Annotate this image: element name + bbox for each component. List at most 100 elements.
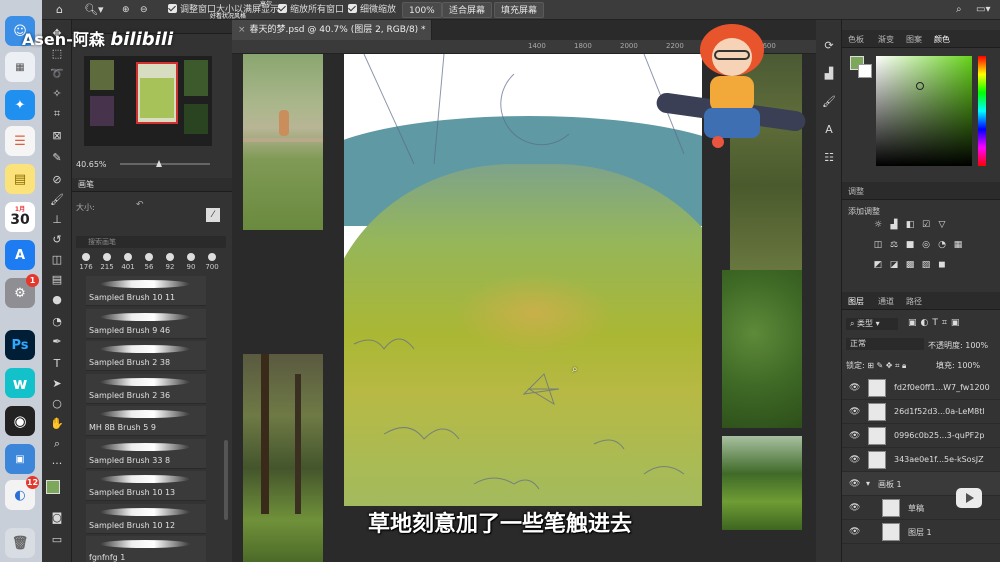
brush-preset-5[interactable]: 90 xyxy=(181,252,201,274)
invert-icon[interactable]: ◩ xyxy=(872,260,884,270)
home-icon[interactable]: ⌂ xyxy=(56,3,63,17)
close-tab-icon[interactable]: × xyxy=(238,25,246,35)
shape-tool-icon[interactable]: ○ xyxy=(48,396,66,412)
visibility-eye-icon[interactable]: 👁︎ xyxy=(849,431,860,441)
tab-channels[interactable]: 通道 xyxy=(878,296,894,307)
qq-icon[interactable]: ◉ xyxy=(5,406,35,436)
brush-preset-4[interactable]: 92 xyxy=(160,252,180,274)
magic-wand-icon[interactable]: ✧ xyxy=(48,86,66,102)
fill-control[interactable]: 填充: 100% xyxy=(936,360,980,371)
brush-preset-6[interactable]: 700 xyxy=(202,252,222,274)
visibility-eye-icon[interactable]: 👁︎ xyxy=(849,407,860,417)
visibility-eye-icon[interactable]: 👁︎ xyxy=(849,455,860,465)
reference-photo-trees[interactable] xyxy=(722,270,802,428)
type-tool-icon[interactable]: T xyxy=(48,356,66,372)
navigator-zoom-slider[interactable] xyxy=(120,160,210,167)
navigator-thumbnail[interactable] xyxy=(84,56,212,146)
weiyun-icon[interactable]: w xyxy=(5,368,35,398)
dodge-tool-icon[interactable]: ◔ xyxy=(48,314,66,330)
brightness-icon[interactable]: ☼ xyxy=(872,220,884,230)
search-icon[interactable]: ⌕ xyxy=(956,3,962,17)
zoom-100-button[interactable]: 100% xyxy=(402,2,442,18)
visibility-eye-icon[interactable]: 👁︎ xyxy=(849,383,860,393)
video-play-icon[interactable] xyxy=(956,488,982,508)
history-brush-icon[interactable]: ↺ xyxy=(48,232,66,248)
color-lookup-icon[interactable]: ▦ xyxy=(952,240,964,250)
levels-icon[interactable]: ▟ xyxy=(888,220,900,230)
eyedropper-icon[interactable]: ✎ xyxy=(48,150,66,166)
properties-icon[interactable]: ☷ xyxy=(820,150,838,166)
opacity-control[interactable]: 不透明度: 100% xyxy=(928,340,988,351)
brush-search-input[interactable]: 搜索画笔 xyxy=(76,236,226,248)
layer-row[interactable]: 👁︎ 0996c0b25...3-quPF2p xyxy=(842,424,1000,448)
zoom-in-icon[interactable]: ⊕ xyxy=(122,3,130,17)
tab-patterns[interactable]: 图案 xyxy=(906,34,922,45)
threshold-icon[interactable]: ▩ xyxy=(904,260,916,270)
hue-slider[interactable] xyxy=(978,56,986,166)
color-field[interactable] xyxy=(876,56,972,166)
app-store-icon[interactable]: A xyxy=(5,240,35,270)
stamp-tool-icon[interactable]: ⊥ xyxy=(48,212,66,228)
chevron-down-icon[interactable]: ▾ xyxy=(866,479,870,488)
brush-settings-icon[interactable]: ⁄ xyxy=(206,208,220,222)
brush-list-item[interactable]: MH 8B Brush 5 9 xyxy=(86,406,206,436)
brush-panel-icon[interactable]: 🖌︎ xyxy=(820,94,838,110)
vibrance-icon[interactable]: ▽ xyxy=(936,220,948,230)
brush-preset-0[interactable]: 176 xyxy=(76,252,96,274)
history-icon[interactable]: ⟳ xyxy=(820,38,838,54)
launchpad-icon[interactable]: ▦ xyxy=(5,52,35,82)
healing-brush-icon[interactable]: ⊘ xyxy=(48,172,66,188)
channel-mixer-icon[interactable]: ◔ xyxy=(936,240,948,250)
posterize-icon[interactable]: ◪ xyxy=(888,260,900,270)
brush-preset-3[interactable]: 56 xyxy=(139,252,159,274)
reference-photo-child[interactable] xyxy=(243,54,323,230)
brush-tool-icon[interactable]: 🖌︎ xyxy=(48,192,66,208)
preview-icon[interactable]: ▣ xyxy=(5,444,35,474)
selective-color-icon[interactable]: ◼ xyxy=(936,260,948,270)
gradient-map-icon[interactable]: ▨ xyxy=(920,260,932,270)
zoom-all-checkbox[interactable]: 缩放所有窗口 xyxy=(278,3,344,17)
brush-list-item[interactable]: Sampled Brush 2 38 xyxy=(86,341,206,371)
brush-list-item[interactable]: fgnfnfg 1 xyxy=(86,536,206,562)
lock-controls[interactable]: 锁定: ⊞ ✎ ✥ ⌗ 🔒︎ xyxy=(846,360,906,371)
histogram-icon[interactable]: ▟ xyxy=(820,66,838,82)
bw-icon[interactable]: ■ xyxy=(904,240,916,250)
safari-icon[interactable]: ✦ xyxy=(5,90,35,120)
layer-row[interactable]: 👁︎ 26d1f52d3...0a-LeM8tl xyxy=(842,400,1000,424)
fit-screen-button[interactable]: 适合屏幕 xyxy=(442,2,493,18)
foreground-color-swatch[interactable] xyxy=(46,480,60,494)
hand-tool-icon[interactable]: ✋ xyxy=(48,416,66,432)
settings-icon[interactable]: ⚙ 1 xyxy=(5,274,39,308)
gradient-tool-icon[interactable]: ▤ xyxy=(48,272,66,288)
layer-filter-icons[interactable]: ▣◐T⌗▣ xyxy=(908,318,963,328)
crop-tool-icon[interactable]: ⌗ xyxy=(48,106,66,122)
notes-icon[interactable]: ▤ xyxy=(5,164,35,194)
tab-gradients[interactable]: 渐变 xyxy=(878,34,894,45)
scrubby-zoom-checkbox[interactable]: 细微缩放 xyxy=(348,3,396,17)
more-tools-icon[interactable]: ··· xyxy=(48,456,66,472)
frame-tool-icon[interactable]: ⊠ xyxy=(48,128,66,144)
document-tab[interactable]: × 春天的梦.psd @ 40.7% (图层 2, RGB/8) * xyxy=(232,20,432,40)
brush-list-item[interactable]: Sampled Brush 33 8 xyxy=(86,438,206,469)
blur-tool-icon[interactable]: ● xyxy=(48,292,66,308)
pen-tool-icon[interactable]: ✒ xyxy=(48,334,66,350)
hue-sat-icon[interactable]: ◫ xyxy=(872,240,884,250)
navigator-zoom[interactable]: 40.65% xyxy=(76,160,107,169)
brush-list-item[interactable]: Sampled Brush 9 46 xyxy=(86,308,206,339)
background-swatch[interactable] xyxy=(858,64,872,78)
lasso-tool-icon[interactable]: ➰ xyxy=(48,66,66,82)
layer-row[interactable]: 👁︎ 343ae0e1f...5e-kSosJZ xyxy=(842,448,1000,472)
tab-swatches[interactable]: 色板 xyxy=(848,34,864,45)
eraser-icon[interactable]: ◫ xyxy=(48,252,66,268)
brush-preset-1[interactable]: 215 xyxy=(97,252,117,274)
brush-list-item[interactable]: Sampled Brush 2 36 xyxy=(86,373,206,404)
curves-icon[interactable]: ◧ xyxy=(904,220,916,230)
workspace-icon[interactable]: ▭▾ xyxy=(976,3,990,17)
calendar-icon[interactable]: 1月 30 xyxy=(5,202,35,232)
layer-filter-select[interactable]: ⌕ 类型 ▾ xyxy=(846,318,898,330)
color-balance-icon[interactable]: ⚖ xyxy=(888,240,900,250)
reminders-icon[interactable]: ☰ xyxy=(5,126,35,156)
layer-row[interactable]: 👁︎ fd2f0e0ff1...W7_fw1200 xyxy=(842,376,1000,400)
path-select-icon[interactable]: ➤ xyxy=(48,376,66,392)
visibility-eye-icon[interactable]: 👁︎ xyxy=(849,479,860,489)
